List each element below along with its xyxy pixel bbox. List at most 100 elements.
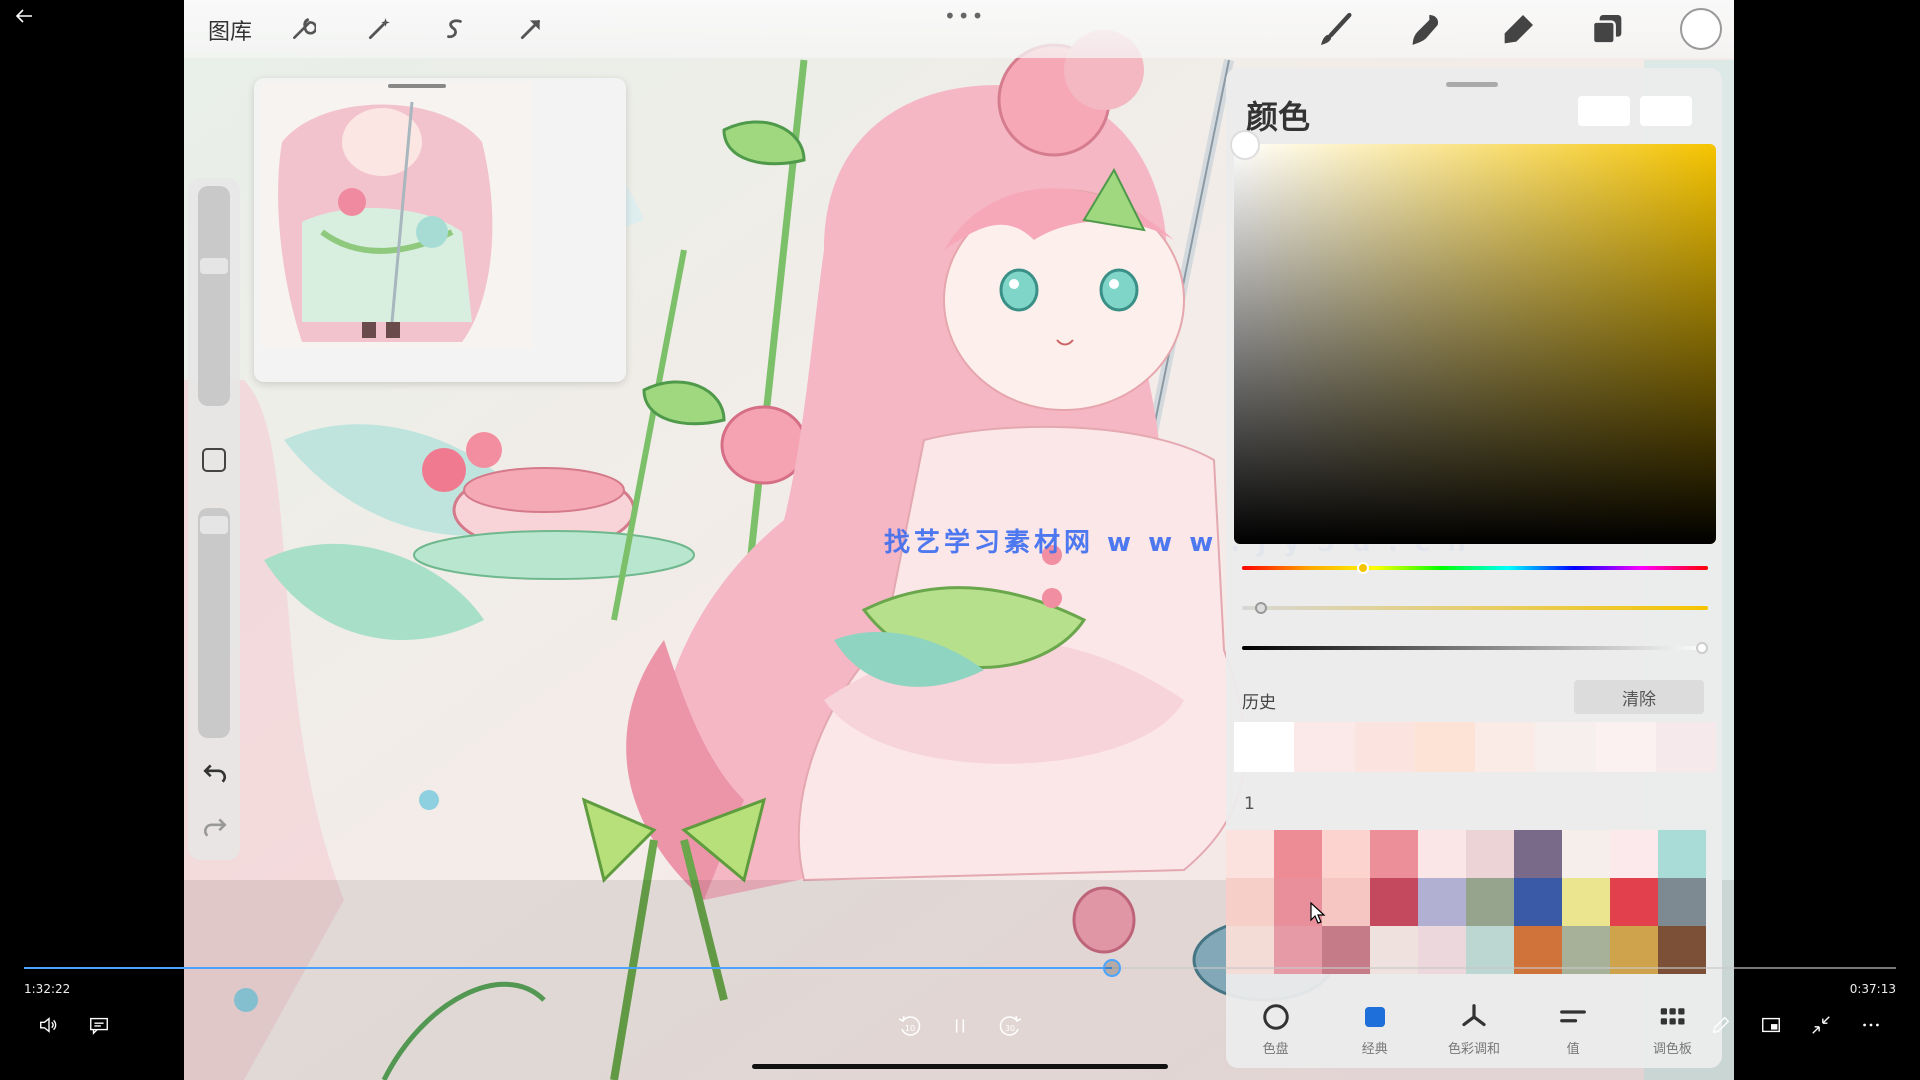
current-color-swatch[interactable] [1578, 96, 1630, 126]
brush-size-knob[interactable] [200, 258, 228, 274]
volume-icon[interactable] [36, 1012, 62, 1038]
forward-icon: 30 [999, 1015, 1022, 1036]
redo-icon[interactable] [202, 814, 228, 844]
palette-name: 1 [1244, 794, 1255, 814]
tab-palettes-label: 调色板 [1652, 1042, 1692, 1057]
pause-button[interactable] [946, 1012, 974, 1040]
history-label: 历史 [1242, 693, 1276, 713]
palette-swatch[interactable] [1514, 830, 1562, 878]
top-toolbar: 图库 ••• [184, 0, 1734, 58]
palette-swatch[interactable] [1370, 830, 1418, 878]
mouse-cursor [1310, 901, 1326, 928]
palette-swatch[interactable] [1322, 878, 1370, 926]
brightness-knob[interactable] [1696, 642, 1708, 654]
subtitles-icon[interactable] [86, 1012, 112, 1038]
transform-arrow-icon[interactable] [516, 14, 546, 44]
elapsed-time: 1:32:22 [24, 982, 71, 996]
palette-swatch[interactable] [1562, 830, 1610, 878]
video-progress-bar[interactable] [24, 959, 1896, 977]
color-palette [1226, 830, 1722, 978]
reference-window[interactable] [254, 78, 626, 382]
tab-harmony-label: 色彩调和 [1447, 1042, 1500, 1057]
color-circle-icon[interactable] [1680, 8, 1722, 50]
edit-pencil-icon[interactable] [1708, 1012, 1734, 1038]
smudge-icon[interactable] [1406, 10, 1446, 50]
tab-disc[interactable]: 色盘 [1241, 988, 1311, 1068]
wrench-icon[interactable] [288, 14, 318, 44]
palette-swatch[interactable] [1658, 878, 1706, 926]
palette-swatch[interactable] [1418, 878, 1466, 926]
color-history [1234, 722, 1716, 772]
opacity-slider[interactable] [198, 508, 230, 738]
saturation-slider[interactable] [1242, 602, 1708, 614]
selection-icon[interactable] [440, 14, 470, 44]
back-button[interactable] [12, 4, 36, 28]
harmony-icon [1462, 1004, 1486, 1027]
gallery-button[interactable]: 图库 [208, 14, 252, 46]
skip-back-button[interactable]: 10 [896, 1012, 924, 1040]
previous-color-swatch[interactable] [1640, 96, 1692, 126]
tab-palettes[interactable]: 调色板 [1637, 988, 1707, 1068]
history-swatch[interactable] [1294, 722, 1355, 772]
tab-disc-label: 色盘 [1262, 1042, 1289, 1057]
tab-classic[interactable]: 经典 [1340, 988, 1410, 1068]
palette-swatch[interactable] [1562, 878, 1610, 926]
home-indicator [752, 1064, 1168, 1069]
palette-swatch[interactable] [1370, 878, 1418, 926]
palette-swatch[interactable] [1322, 830, 1370, 878]
history-swatch[interactable] [1655, 722, 1716, 772]
hue-knob[interactable] [1357, 562, 1370, 574]
more-options-icon[interactable]: ••• [944, 4, 985, 28]
history-swatch[interactable] [1475, 722, 1536, 772]
palette-swatch[interactable] [1226, 830, 1274, 878]
brush-icon[interactable] [1316, 10, 1356, 50]
palette-swatch[interactable] [1226, 878, 1274, 926]
magic-wand-icon[interactable] [364, 14, 394, 44]
palette-swatch[interactable] [1274, 830, 1322, 878]
video-progress-knob[interactable] [1102, 959, 1121, 977]
tab-harmony[interactable]: 色彩调和 [1439, 988, 1509, 1068]
hue-slider[interactable] [1242, 562, 1708, 574]
tab-value[interactable]: 值 [1538, 988, 1608, 1068]
skip-forward-button[interactable]: 30 [996, 1012, 1024, 1040]
saturation-knob[interactable] [1254, 602, 1267, 614]
clear-history-button[interactable]: 清除 [1574, 680, 1704, 714]
remaining-time: 0:37:13 [1849, 982, 1896, 996]
history-swatch[interactable] [1354, 722, 1415, 772]
color-panel: 颜色 历史 清除 1 色盘 经典 色彩调和 值 调色板 [1226, 68, 1722, 1068]
reference-drag-handle[interactable] [388, 84, 446, 88]
undo-icon[interactable] [202, 760, 228, 790]
palette-swatch[interactable] [1514, 878, 1562, 926]
layers-icon[interactable] [1588, 10, 1628, 50]
palette-swatch[interactable] [1466, 878, 1514, 926]
palette-swatch[interactable] [1658, 830, 1706, 878]
color-panel-title: 颜色 [1246, 98, 1311, 136]
opacity-knob[interactable] [200, 516, 228, 534]
brightness-slider[interactable] [1242, 642, 1708, 654]
eraser-icon[interactable] [1498, 10, 1538, 50]
rewind-icon: 10 [898, 1015, 921, 1036]
palette-swatch[interactable] [1466, 830, 1514, 878]
color-mode-tabs: 色盘 经典 色彩调和 值 调色板 [1226, 988, 1722, 1068]
disc-icon [1262, 1004, 1289, 1030]
brush-size-slider[interactable] [198, 186, 230, 406]
color-picker-handle[interactable] [1230, 130, 1260, 160]
palette-swatch[interactable] [1418, 830, 1466, 878]
tab-classic-label: 经典 [1361, 1042, 1388, 1057]
more-options-icon[interactable] [1858, 1012, 1884, 1038]
history-swatch[interactable] [1234, 722, 1295, 772]
exit-fullscreen-icon[interactable] [1808, 1012, 1834, 1038]
history-swatch[interactable] [1535, 722, 1596, 772]
history-swatch[interactable] [1414, 722, 1475, 772]
back-arrow-icon [15, 9, 32, 23]
panel-drag-handle[interactable] [1446, 82, 1498, 87]
saturation-brightness-square[interactable] [1234, 144, 1716, 544]
mini-player-icon[interactable] [1758, 1012, 1784, 1038]
tab-value-label: 值 [1566, 1042, 1580, 1057]
history-swatch[interactable] [1595, 722, 1656, 772]
palette-swatch[interactable] [1610, 878, 1658, 926]
classic-square-icon [1364, 1007, 1385, 1027]
modify-square-icon[interactable] [202, 448, 226, 472]
palette-swatch[interactable] [1610, 830, 1658, 878]
left-sidebar [188, 178, 240, 860]
